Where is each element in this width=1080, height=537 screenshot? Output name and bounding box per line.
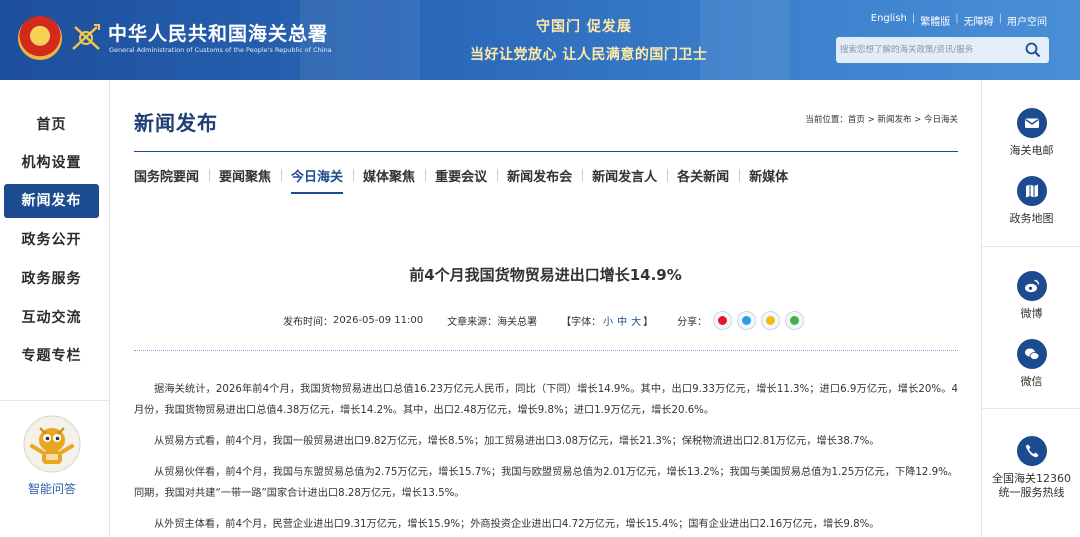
government-map-label: 政务地图 bbox=[1009, 212, 1054, 225]
article-body: 据海关统计，2026年前4个月，我国货物贸易进出口总值16.23万亿元人民币，同… bbox=[134, 379, 958, 537]
nav-divider bbox=[0, 400, 110, 401]
ai-qa-label[interactable]: 智能问答 bbox=[0, 480, 104, 497]
qq-share-icon[interactable] bbox=[737, 311, 757, 330]
slogan-line-2: 当好让党放心 让人民满意的国门卫士 bbox=[470, 47, 708, 63]
wechat-icon bbox=[1016, 339, 1047, 369]
article-paragraph: 从外贸主体看，前4个月，民营企业进出口9.31万亿元，增长15.9%；外商投资企… bbox=[154, 519, 880, 530]
breadcrumb-news-release[interactable]: 新闻发布 bbox=[877, 115, 911, 125]
font-size-small[interactable]: 小 bbox=[603, 317, 613, 328]
nav-item-organization[interactable]: 机构设置 bbox=[4, 146, 99, 180]
national-emblem-icon: ★ bbox=[18, 16, 62, 60]
link-separator: | bbox=[911, 13, 916, 24]
source-label: 文章来源： bbox=[447, 317, 498, 328]
font-size-medium[interactable]: 中 bbox=[617, 317, 627, 328]
nav-item-special-topics[interactable]: 专题专栏 bbox=[4, 339, 99, 373]
article-divider bbox=[134, 350, 958, 351]
search-box bbox=[836, 37, 1049, 63]
weibo-link[interactable]: 微博 bbox=[982, 271, 1080, 321]
search-input[interactable] bbox=[840, 41, 1020, 59]
left-nav: 首页 机构设置 新闻发布 政务公开 政务服务 互动交流 专题专栏 智能问答 bbox=[0, 80, 110, 537]
top-links: English | 繁體版 | 无障碍 | 用户空间 bbox=[871, 13, 1047, 28]
wechat-share-icon[interactable] bbox=[785, 311, 805, 330]
site-title[interactable]: 中华人民共和国海关总署 bbox=[108, 19, 328, 46]
weibo-share-icon[interactable] bbox=[713, 311, 733, 330]
tab-media-focus[interactable]: 媒体聚焦 bbox=[353, 166, 425, 194]
tab-important-meetings[interactable]: 重要会议 bbox=[425, 166, 497, 194]
government-map-link[interactable]: 政务地图 bbox=[982, 176, 1080, 226]
sidebar-divider bbox=[982, 246, 1080, 247]
font-size-switcher: 【字体：小中大】 bbox=[561, 313, 653, 328]
breadcrumb-prefix: 当前位置： bbox=[805, 115, 848, 125]
page-title: 新闻发布 bbox=[134, 111, 218, 135]
tab-today-customs[interactable]: 今日海关 bbox=[281, 166, 353, 194]
mail-icon bbox=[1016, 108, 1047, 138]
breadcrumb-separator: > bbox=[864, 115, 878, 125]
sidebar-divider bbox=[982, 408, 1080, 409]
user-space-link[interactable]: 用户空间 bbox=[1007, 13, 1047, 28]
weibo-icon bbox=[1016, 271, 1047, 301]
weibo-label: 微博 bbox=[1020, 307, 1043, 320]
article-paragraph: 从贸易方式看，前4个月，我国一般贸易进出口9.82万亿元，增长8.5%；加工贸易… bbox=[154, 436, 880, 447]
hotline-12360-link[interactable]: 全国海关12360统一服务热线 bbox=[982, 436, 1080, 500]
font-label-open: 【字体： bbox=[561, 317, 602, 328]
qzone-share-icon[interactable] bbox=[761, 311, 781, 330]
english-link[interactable]: English bbox=[871, 13, 907, 28]
publish-time: 2026-05-09 11:00 bbox=[333, 315, 424, 326]
customs-email-link[interactable]: 海关电邮 bbox=[982, 108, 1080, 158]
right-sidebar: 海关电邮 政务地图 微博 微信 全国海关12360统一服务热线 bbox=[981, 80, 1080, 537]
ai-assistant-mascot-icon[interactable] bbox=[22, 414, 82, 476]
news-tabs: 国务院要闻 要闻聚焦 今日海关 媒体聚焦 重要会议 新闻发布会 新闻发言人 各关… bbox=[134, 166, 798, 194]
customs-emblem-icon bbox=[72, 24, 100, 50]
wechat-label: 微信 bbox=[1020, 375, 1043, 388]
customs-email-label: 海关电邮 bbox=[1009, 144, 1054, 157]
phone-icon bbox=[1016, 436, 1047, 466]
tab-news-focus[interactable]: 要闻聚焦 bbox=[209, 166, 281, 194]
font-label-close: 】 bbox=[643, 317, 654, 328]
breadcrumb-today-customs[interactable]: 今日海关 bbox=[924, 115, 958, 125]
site-subtitle: General Administration of Customs of the… bbox=[109, 46, 332, 54]
heading-divider bbox=[134, 151, 958, 152]
nav-item-government-affairs[interactable]: 政务公开 bbox=[4, 223, 99, 257]
tab-new-media[interactable]: 新媒体 bbox=[739, 166, 798, 194]
tab-press-conferences[interactable]: 新闻发布会 bbox=[497, 166, 582, 194]
nav-item-government-services[interactable]: 政务服务 bbox=[4, 262, 99, 296]
font-size-large[interactable]: 大 bbox=[631, 317, 641, 328]
header-background bbox=[700, 0, 790, 80]
traditional-chinese-link[interactable]: 繁體版 bbox=[920, 13, 950, 28]
breadcrumb-separator: > bbox=[911, 115, 924, 125]
tab-spokesperson[interactable]: 新闻发言人 bbox=[582, 166, 667, 194]
article-paragraph: 据海关统计，2026年前4个月，我国货物贸易进出口总值16.23万亿元人民币，同… bbox=[134, 384, 958, 416]
article-title: 前4个月我国货物贸易进出口增长14.9% bbox=[409, 266, 682, 284]
publish-time-label: 发布时间： bbox=[283, 317, 333, 328]
accessibility-link[interactable]: 无障碍 bbox=[964, 13, 994, 28]
tab-local-customs-news[interactable]: 各关新闻 bbox=[667, 166, 739, 194]
hotline-12360-label: 全国海关12360统一服务热线 bbox=[992, 472, 1071, 499]
slogan-line-1: 守国门 促发展 bbox=[536, 19, 632, 35]
article-paragraph: 从贸易伙伴看，前4个月，我国与东盟贸易总值为2.75万亿元，增长15.7%；我国… bbox=[134, 467, 958, 499]
article-meta: 发布时间： 2026-05-09 11:00 文章来源： 海关总署 【字体：小中… bbox=[283, 311, 805, 330]
main-content: 新闻发布 当前位置：首页 > 新闻发布 > 今日海关 国务院要闻 要闻聚焦 今日… bbox=[110, 80, 981, 537]
wechat-link[interactable]: 微信 bbox=[982, 339, 1080, 389]
nav-item-home[interactable]: 首页 bbox=[4, 108, 99, 142]
site-header: ★ 中华人民共和国海关总署 General Administration of … bbox=[0, 0, 1080, 80]
search-icon[interactable] bbox=[1025, 42, 1041, 58]
link-separator: | bbox=[998, 13, 1002, 24]
breadcrumb: 当前位置：首页 > 新闻发布 > 今日海关 bbox=[805, 113, 958, 125]
tab-state-council-news[interactable]: 国务院要闻 bbox=[134, 166, 209, 194]
link-separator: | bbox=[955, 13, 959, 24]
map-icon bbox=[1016, 176, 1047, 206]
nav-item-news-release[interactable]: 新闻发布 bbox=[4, 184, 99, 218]
share-label: 分享： bbox=[677, 317, 708, 328]
nav-item-interaction[interactable]: 互动交流 bbox=[4, 301, 99, 335]
article-source: 海关总署 bbox=[497, 317, 538, 328]
share-buttons bbox=[713, 311, 805, 330]
breadcrumb-home[interactable]: 首页 bbox=[848, 115, 865, 125]
